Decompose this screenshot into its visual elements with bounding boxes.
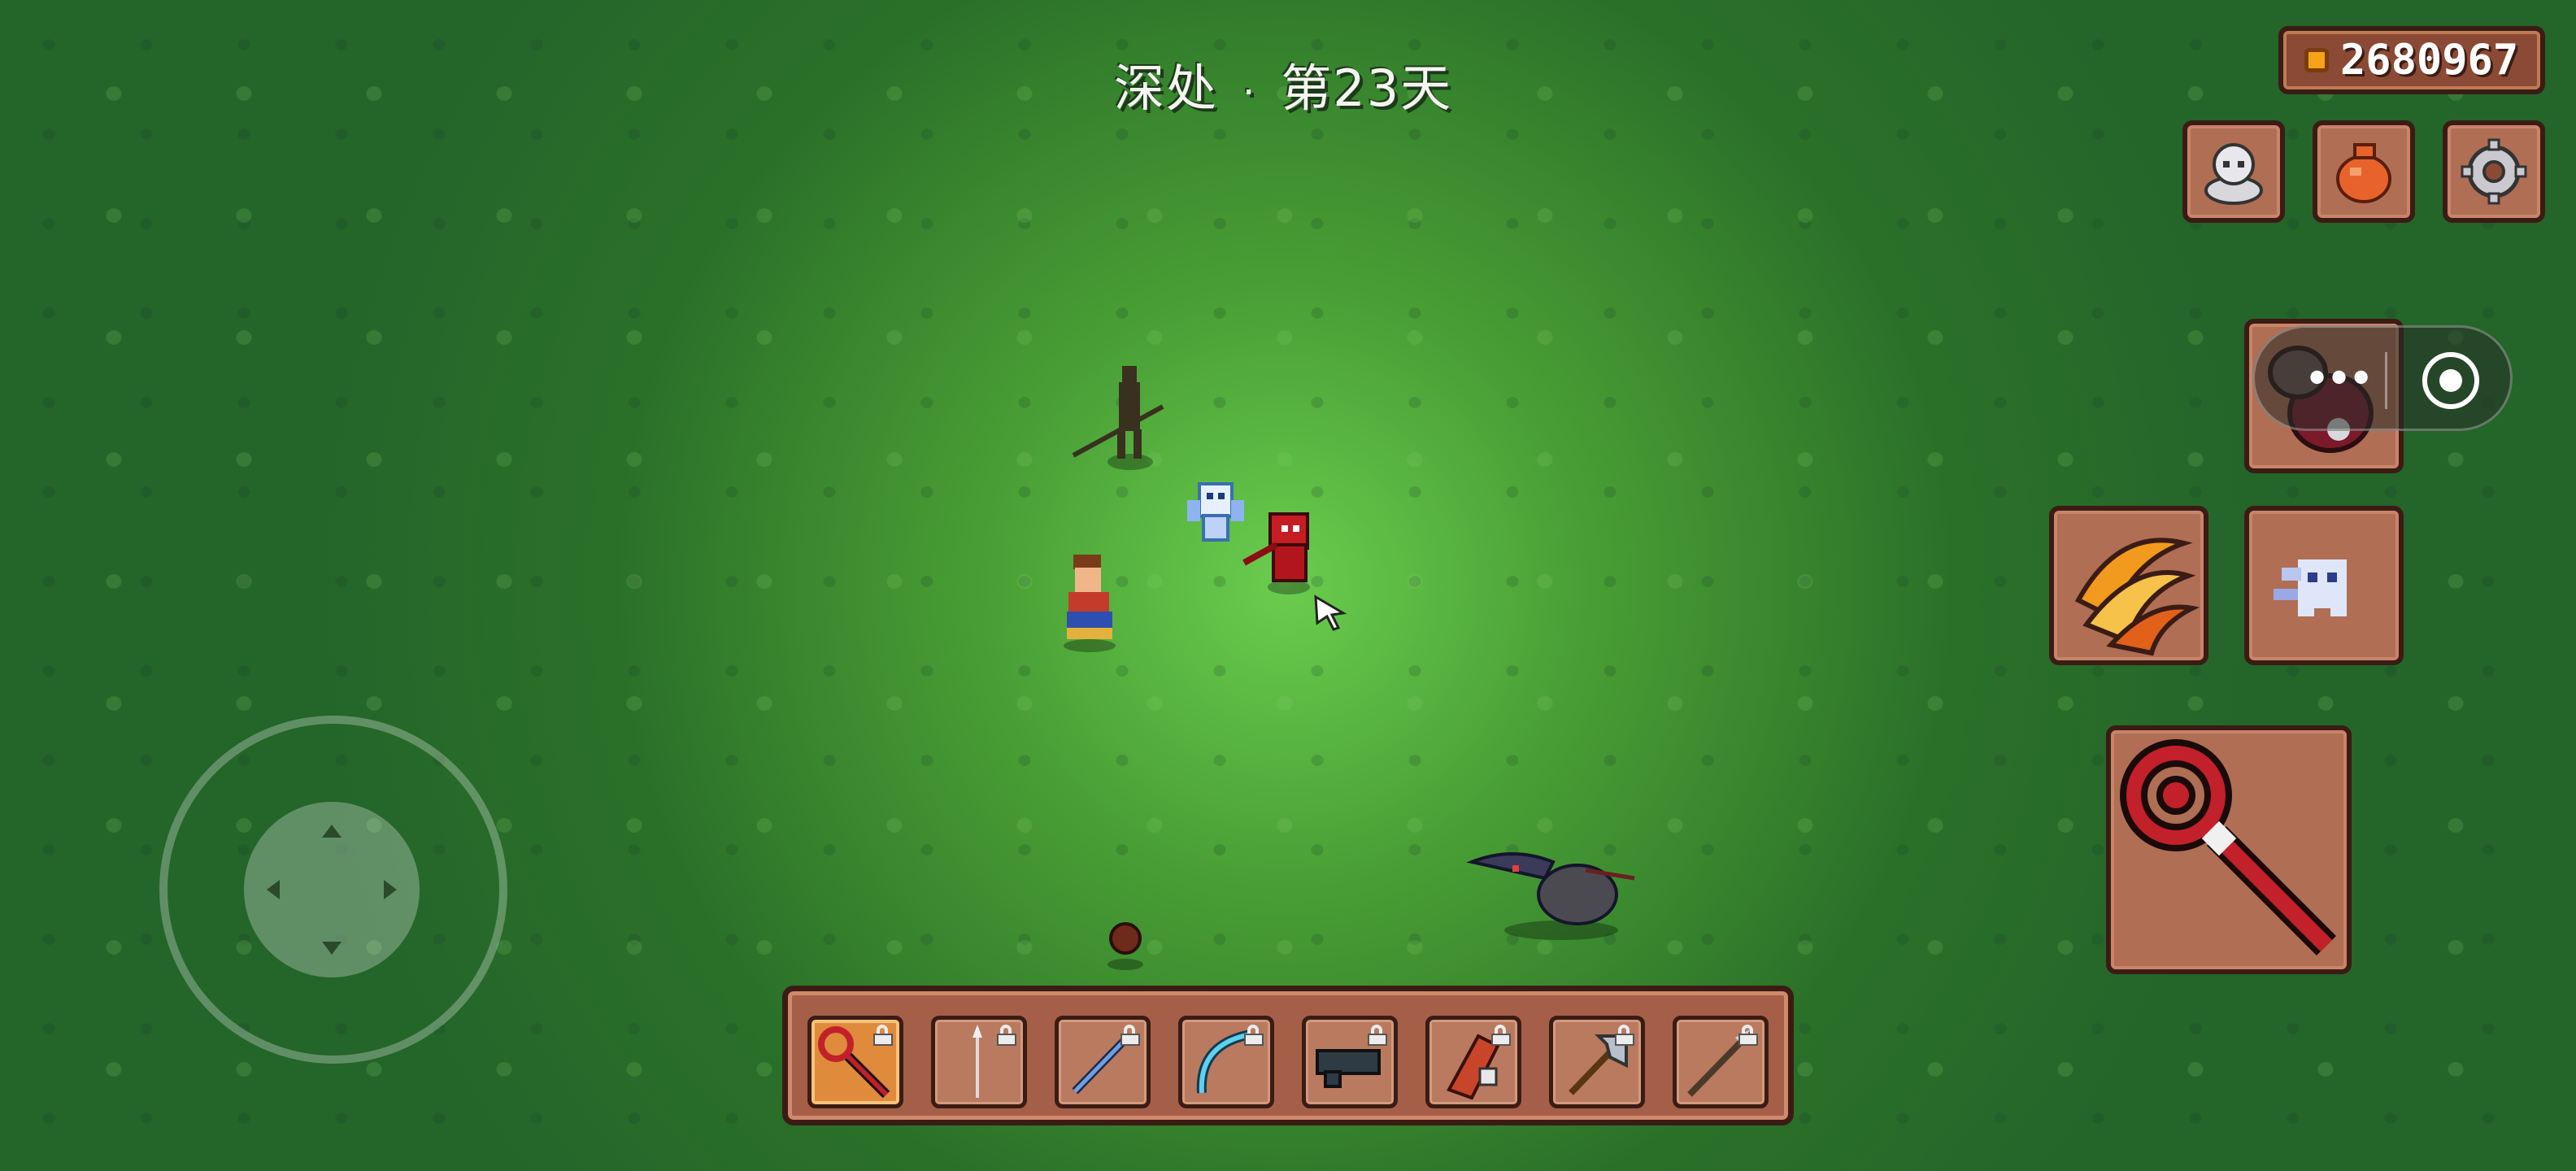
lock-icon	[1737, 1025, 1760, 1046]
bag-icon	[2336, 143, 2391, 203]
lock-icon	[872, 1025, 894, 1046]
ghost-dash-skill-button[interactable]	[2244, 506, 2404, 665]
hotbar-slot-battle-spear[interactable]	[1673, 1016, 1769, 1108]
location-label: 深处	[1114, 59, 1219, 118]
brown-seed-item[interactable]	[1101, 917, 1150, 974]
mini-program-capsule[interactable]: •••	[2252, 325, 2513, 431]
ghost-dash-icon	[2274, 559, 2347, 616]
hotbar-slot-red-staff[interactable]	[807, 1016, 903, 1108]
fire-claw-icon	[2074, 538, 2200, 656]
red-staff-icon	[2120, 739, 2337, 956]
lock-icon	[1366, 1025, 1389, 1046]
day-label: 第23天	[1281, 59, 1453, 118]
shadow-crow-enemy[interactable]	[1464, 829, 1651, 951]
lock-icon	[1242, 1025, 1265, 1046]
settings-button[interactable]	[2443, 120, 2545, 223]
character-button[interactable]	[2182, 120, 2285, 223]
hotbar-slot-fire-gauntlet[interactable]	[1425, 1016, 1521, 1108]
dpad-arrows-icon	[267, 825, 397, 955]
close-target-icon[interactable]	[2422, 352, 2479, 409]
capsule-divider	[2385, 352, 2387, 409]
coin-icon	[2304, 48, 2329, 72]
hotbar-slot-blaster[interactable]	[1302, 1016, 1398, 1108]
hotbar-slot-spear[interactable]	[931, 1016, 1027, 1108]
cursor-pointer-icon	[1314, 594, 1347, 631]
joystick-knob[interactable]	[244, 802, 420, 977]
weapon-hotbar	[782, 986, 1794, 1125]
lock-icon	[995, 1025, 1018, 1046]
hotbar-slot-ice-bow[interactable]	[1178, 1016, 1274, 1108]
title-separator: ·	[1242, 70, 1257, 115]
dark-spear-enemy[interactable]	[1057, 350, 1187, 480]
lock-icon	[1613, 1025, 1636, 1046]
more-dots-icon[interactable]: •••	[2304, 357, 2374, 403]
coin-value: 2680967	[2340, 36, 2519, 85]
location-day-title: 深处 · 第23天	[1114, 47, 1452, 120]
lock-icon	[1490, 1025, 1512, 1046]
attack-button[interactable]	[2106, 725, 2352, 974]
villager-npc[interactable]	[1049, 550, 1130, 655]
lock-icon	[1119, 1025, 1142, 1046]
hotbar-slot-steel-axe[interactable]	[1549, 1016, 1645, 1108]
bag-button[interactable]	[2313, 120, 2415, 223]
red-mage-player[interactable]	[1236, 504, 1334, 602]
fire-claw-skill-button[interactable]	[2049, 506, 2208, 665]
hotbar-slot-blue-sword[interactable]	[1055, 1016, 1151, 1108]
character-icon	[2204, 143, 2263, 205]
settings-gear-icon	[2461, 138, 2527, 205]
coin-counter: 2680967	[2278, 26, 2545, 94]
